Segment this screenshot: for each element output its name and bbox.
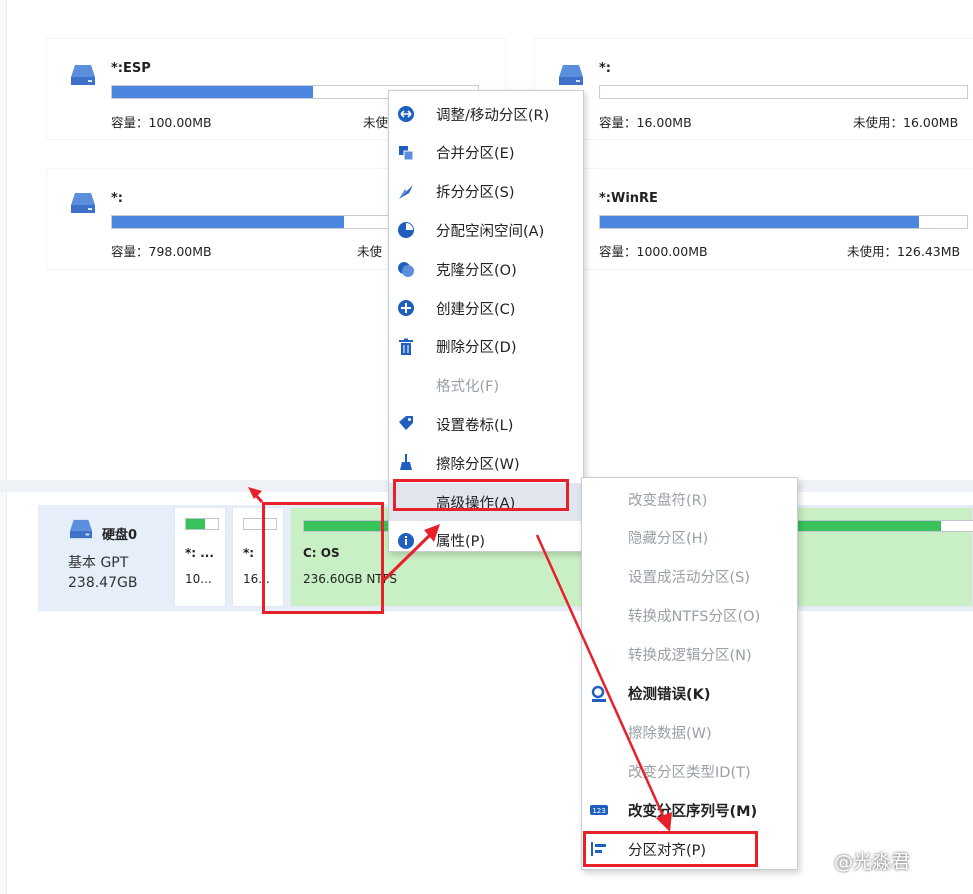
partition-name: *:ESP bbox=[111, 61, 151, 76]
menu-item-label: 改变分区类型ID(T) bbox=[628, 764, 751, 781]
partition-card-msr[interactable]: *: 容量：16.00MB 未使用：16.00MB bbox=[534, 38, 973, 140]
menu-item-label: 属性(P) bbox=[436, 534, 486, 551]
unused-text: 未使 bbox=[357, 244, 383, 259]
watermark-text: @光淼君 bbox=[834, 851, 911, 873]
menu-item-merge[interactable]: 合并分区(E) bbox=[389, 134, 583, 172]
tile-usage-bar bbox=[185, 518, 219, 530]
disk-title: 硬盘0 bbox=[102, 528, 138, 543]
menu-item-clone[interactable]: 克隆分区(O) bbox=[389, 250, 583, 288]
submenu-item-check-error[interactable]: 检测错误(K) bbox=[582, 675, 797, 713]
disk-icon bbox=[70, 519, 92, 539]
submenu-item-serial-number[interactable]: 改变分区序列号(M) bbox=[582, 791, 797, 829]
advanced-operations-submenu: 改变盘符(R) 隐藏分区(H) 设置成活动分区(S) 转换成NTFS分区(O) 转换成逻… bbox=[581, 477, 798, 870]
delete-icon bbox=[397, 338, 415, 356]
create-icon bbox=[397, 299, 415, 317]
arrow-line-left bbox=[250, 489, 264, 504]
menu-item-label: 转换成逻辑分区(N) bbox=[628, 648, 752, 665]
label-tag-icon bbox=[397, 415, 415, 433]
menu-item-label: 擦除分区(W) bbox=[436, 456, 520, 473]
drive-icon bbox=[71, 193, 95, 213]
allocate-icon bbox=[397, 221, 415, 239]
usage-bar bbox=[599, 215, 968, 229]
merge-icon bbox=[397, 144, 415, 162]
menu-item-allocate[interactable]: 分配空闲空间(A) bbox=[389, 211, 583, 249]
disk-tile-esp[interactable]: *: ... 10... bbox=[174, 507, 226, 607]
highlight-box-c-partition bbox=[262, 502, 384, 614]
drive-icon bbox=[559, 65, 583, 85]
submenu-item-item-7[interactable]: 改变分区类型ID(T) bbox=[582, 752, 797, 790]
menu-item-label: 设置卷标(L) bbox=[436, 417, 514, 434]
menu-item-label-tag[interactable]: 设置卷标(L) bbox=[389, 405, 583, 443]
unused-text: 未使 bbox=[363, 115, 389, 130]
usage-bar bbox=[111, 215, 393, 229]
left-sidebar-strip bbox=[0, 0, 7, 894]
tile-name: *: ... bbox=[185, 546, 214, 560]
menu-item-label: 创建分区(C) bbox=[436, 301, 516, 318]
partition-name: *: bbox=[111, 191, 123, 206]
menu-item-item-7[interactable]: 格式化(F) bbox=[389, 367, 583, 405]
capacity-text: 容量：1000.00MB bbox=[599, 244, 708, 259]
submenu-item-item-6[interactable]: 擦除数据(W) bbox=[582, 713, 797, 751]
menu-item-label: 克隆分区(O) bbox=[436, 262, 517, 279]
wipe-icon bbox=[397, 454, 415, 472]
capacity-text: 容量：100.00MB bbox=[111, 115, 212, 130]
usage-bar-fill bbox=[600, 216, 920, 228]
usage-bar-fill bbox=[112, 216, 345, 228]
submenu-item-item-4[interactable]: 转换成逻辑分区(N) bbox=[582, 636, 797, 674]
menu-item-label: 调整/移动分区(R) bbox=[436, 107, 550, 124]
split-icon bbox=[397, 183, 415, 201]
partition-name: *: bbox=[599, 61, 611, 76]
highlight-box-advanced bbox=[393, 479, 569, 511]
tile-size: 10... bbox=[185, 572, 212, 586]
usage-bar bbox=[599, 85, 968, 99]
info-icon bbox=[397, 532, 415, 550]
tile-name: *: bbox=[243, 546, 255, 560]
menu-item-create[interactable]: 创建分区(C) bbox=[389, 289, 583, 327]
unused-text: 未使用：16.00MB bbox=[853, 115, 959, 130]
menu-item-label: 检测错误(K) bbox=[628, 687, 711, 703]
menu-item-label: 格式化(F) bbox=[436, 379, 500, 396]
menu-item-label: 拆分分区(S) bbox=[436, 185, 515, 202]
partition-name: *:WinRE bbox=[599, 191, 658, 206]
menu-item-delete[interactable]: 删除分区(D) bbox=[389, 328, 583, 366]
menu-item-label: 擦除数据(W) bbox=[628, 725, 712, 742]
menu-item-label: 改变盘符(R) bbox=[628, 492, 708, 509]
submenu-item-item-0[interactable]: 改变盘符(R) bbox=[582, 480, 797, 518]
tile-usage-fill bbox=[186, 519, 206, 529]
partition-card-winre[interactable]: *:WinRE 容量：1000.00MB 未使用：126.43MB bbox=[534, 168, 973, 270]
menu-item-label: 合并分区(E) bbox=[436, 146, 515, 163]
highlight-box-align bbox=[583, 831, 758, 867]
submenu-item-item-3[interactable]: 转换成NTFS分区(O) bbox=[582, 597, 797, 635]
submenu-item-item-2[interactable]: 设置成活动分区(S) bbox=[582, 558, 797, 596]
clone-icon bbox=[397, 260, 415, 278]
menu-item-resize[interactable]: 调整/移动分区(R) bbox=[389, 95, 583, 133]
unused-text: 未使用：126.43MB bbox=[847, 244, 961, 259]
menu-item-label: 转换成NTFS分区(O) bbox=[628, 609, 761, 626]
submenu-item-item-1[interactable]: 隐藏分区(H) bbox=[582, 519, 797, 557]
menu-item-split[interactable]: 拆分分区(S) bbox=[389, 173, 583, 211]
capacity-text: 容量：798.00MB bbox=[111, 244, 212, 259]
menu-item-wipe[interactable]: 擦除分区(W) bbox=[389, 444, 583, 482]
menu-item-info[interactable]: 属性(P) bbox=[389, 522, 583, 560]
check-error-icon bbox=[590, 685, 608, 703]
disk-type: 基本 GPT bbox=[68, 555, 129, 571]
menu-item-label: 删除分区(D) bbox=[436, 340, 517, 357]
capacity-text: 容量：16.00MB bbox=[599, 115, 692, 130]
menu-item-label: 设置成活动分区(S) bbox=[628, 570, 751, 587]
menu-item-label: 分配空闲空间(A) bbox=[436, 223, 545, 240]
drive-icon bbox=[71, 65, 95, 85]
usage-bar-fill bbox=[112, 86, 314, 98]
disk-size: 238.47GB bbox=[68, 575, 138, 591]
menu-item-label: 隐藏分区(H) bbox=[628, 531, 709, 548]
resize-icon bbox=[397, 105, 415, 123]
serial-number-icon bbox=[590, 801, 608, 819]
menu-item-label: 改变分区序列号(M) bbox=[628, 803, 758, 820]
